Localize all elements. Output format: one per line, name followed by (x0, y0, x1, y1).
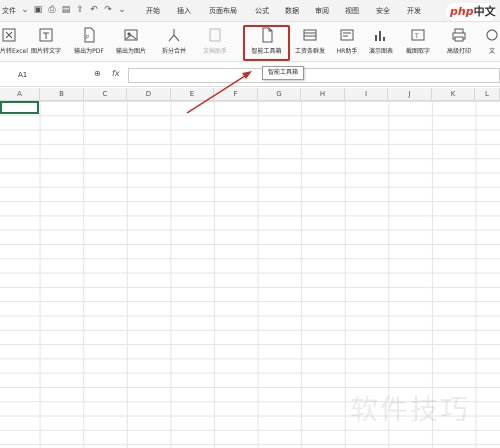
column-header-e[interactable]: E (171, 88, 214, 101)
more-icon (486, 29, 498, 41)
split-icon (168, 29, 180, 42)
column-header-c[interactable]: C (84, 88, 127, 101)
formula-input[interactable] (128, 68, 500, 83)
undo-icon[interactable]: ↶ (89, 5, 99, 15)
name-box[interactable]: A1 (2, 68, 62, 83)
chart-icon (375, 31, 385, 41)
chevron-down-icon[interactable]: ⌄ (117, 5, 127, 15)
preview-icon[interactable]: ▤ (61, 5, 71, 15)
tab-developer[interactable]: 开发 (407, 6, 421, 16)
split-merge-button[interactable]: 拆分合并 (155, 25, 193, 59)
column-header-f[interactable]: F (214, 88, 258, 101)
image-icon (124, 29, 138, 41)
export-pdf-button[interactable]: P 输出为PDF (70, 25, 108, 59)
column-header-h[interactable]: H (301, 88, 345, 101)
tab-view[interactable]: 视图 (345, 6, 359, 16)
doc-assistant-button[interactable]: 文档助手 (196, 25, 234, 59)
tab-insert[interactable]: 插入 (177, 6, 191, 16)
tooltip: 智能工具箱 (262, 66, 305, 80)
hr-assistant-button[interactable]: HR助手 (332, 25, 362, 59)
watermark: 软件技巧 (350, 393, 471, 426)
svg-text:P: P (86, 35, 89, 41)
file-menu[interactable]: 文件 (2, 6, 16, 16)
tab-page-layout[interactable]: 页面布局 (209, 6, 237, 16)
column-header-a[interactable]: A (0, 88, 40, 101)
advanced-print-button[interactable]: 高级打印 (441, 25, 477, 59)
chevron-down-icon[interactable]: ⌄ (20, 5, 30, 15)
excel-icon (2, 28, 16, 42)
tab-home[interactable]: 开始 (146, 6, 160, 16)
more-button[interactable]: 文 (484, 25, 500, 59)
column-header-d[interactable]: D (127, 88, 171, 101)
column-header-l[interactable]: L (475, 88, 500, 101)
salary-slip-button[interactable]: 工资条群发 (290, 25, 330, 59)
salary-icon (303, 29, 317, 41)
image-to-text-button[interactable]: 图片转文字 (26, 25, 66, 59)
highlight-box (243, 25, 290, 61)
ocr-icon (39, 28, 53, 42)
php-logo: php中文网 (446, 3, 496, 36)
tab-security[interactable]: 安全 (376, 6, 390, 16)
column-header-i[interactable]: I (345, 88, 388, 101)
screenshot-text-button[interactable]: T 截图取字 (400, 25, 436, 59)
svg-text:T: T (414, 33, 419, 40)
zoom-icon[interactable]: ⊕ (94, 69, 101, 78)
column-header-b[interactable]: B (40, 88, 84, 101)
tab-review[interactable]: 审阅 (315, 6, 329, 16)
column-header-k[interactable]: K (432, 88, 475, 101)
doc-icon (209, 28, 221, 42)
active-cell[interactable] (0, 101, 39, 114)
save-icon[interactable]: ▣ (33, 5, 43, 15)
menu-bar: 文件 ⌄ ▣ ⎙ ▤ ⇪ ↶ ↷ ⌄ 开始 插入 页面布局 公式 数据 审阅 视… (0, 0, 500, 36)
redo-icon[interactable]: ↷ (103, 5, 113, 15)
column-header-g[interactable]: G (258, 88, 301, 101)
demo-chart-button[interactable]: 演示图表 (364, 25, 398, 59)
print-icon[interactable]: ⎙ (47, 5, 57, 15)
formula-bar: A1 ⊕ fx (0, 63, 500, 87)
pdf-icon: P (84, 27, 95, 43)
tab-data[interactable]: 数据 (285, 6, 299, 16)
print-icon (452, 28, 466, 42)
hr-icon (340, 29, 354, 41)
export-icon[interactable]: ⇪ (75, 5, 85, 15)
screenshot-icon: T (411, 29, 425, 41)
image-to-excel-button[interactable]: 图片转Excel (0, 25, 28, 59)
export-image-button[interactable]: 输出为图片 (111, 25, 151, 59)
function-icon[interactable]: fx (112, 69, 120, 78)
column-header-j[interactable]: J (388, 88, 432, 101)
tab-formula[interactable]: 公式 (255, 6, 269, 16)
